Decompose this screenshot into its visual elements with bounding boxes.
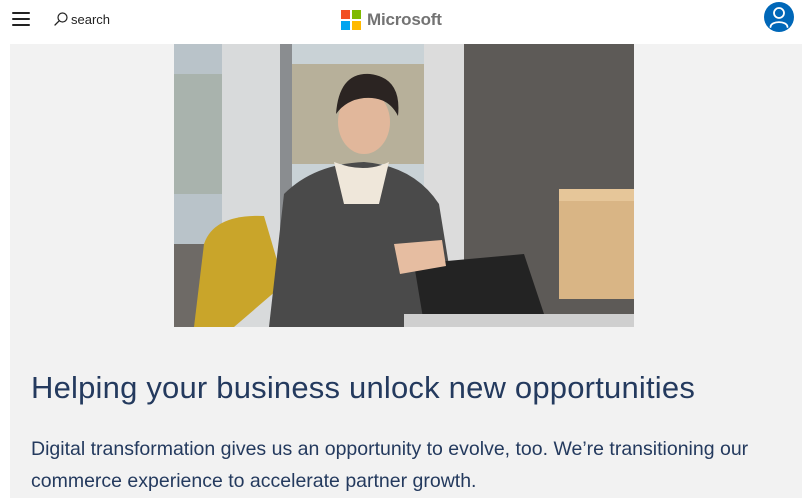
hero-photo <box>174 44 634 327</box>
account-avatar-icon[interactable] <box>764 2 794 32</box>
search-label: search <box>71 11 111 27</box>
hamburger-menu-icon[interactable] <box>12 12 30 26</box>
search-icon <box>54 12 68 26</box>
search-button[interactable]: search <box>53 9 110 29</box>
content-panel: Helping your business unlock new opportu… <box>10 44 802 498</box>
page-description: Digital transformation gives us an oppor… <box>31 438 749 492</box>
hero-image <box>174 44 634 327</box>
microsoft-logo-icon <box>341 10 361 30</box>
person-icon <box>769 7 789 28</box>
page-headline: Helping your business unlock new opportu… <box>31 370 696 405</box>
brand-name: Microsoft <box>367 10 442 29</box>
top-navigation-bar: search Microsoft <box>0 0 802 44</box>
microsoft-home-link[interactable]: Microsoft <box>341 9 442 31</box>
